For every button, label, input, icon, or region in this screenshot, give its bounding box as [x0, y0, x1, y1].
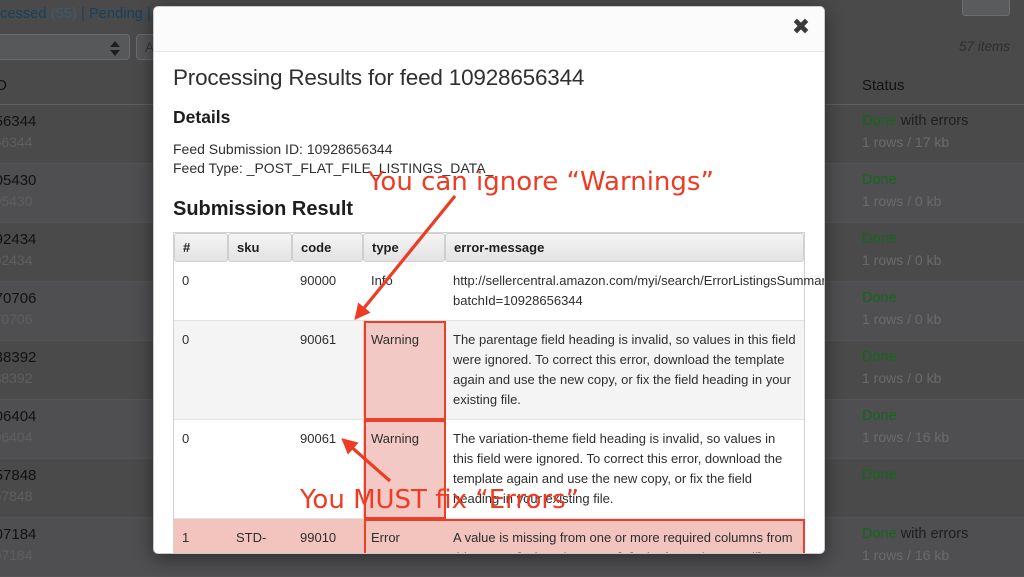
- status-value: Done: [862, 113, 897, 129]
- rows-size-label: 1 rows / 16 kb: [862, 547, 950, 563]
- table-head: # sku code type error-message: [174, 233, 804, 262]
- table-row[interactable]: 0 90061 Warning The variation-theme field h…: [174, 419, 804, 518]
- feed-id-secondary: 7557848: [0, 488, 33, 504]
- status-value: Done: [862, 467, 897, 483]
- status-badge: Done: [862, 290, 897, 306]
- feed-id-secondary: 5592434: [0, 252, 33, 268]
- status-value: Done: [862, 349, 897, 365]
- rows-size-label: 1 rows / 0 kb: [862, 193, 942, 209]
- column-header-id[interactable]: ID: [0, 68, 7, 104]
- tab-separator-2: |: [147, 6, 151, 22]
- header-code[interactable]: code: [292, 233, 363, 262]
- status-value: Done: [862, 231, 897, 247]
- cell-error-message: The parentage field heading is invalid, …: [445, 320, 804, 419]
- cell-sku: [228, 262, 292, 320]
- feed-id-secondary: 3656344: [0, 134, 33, 150]
- feed-id[interactable]: 0705430: [0, 172, 36, 189]
- status-suffix: with errors: [896, 526, 969, 542]
- cell-sku: [228, 320, 292, 419]
- tab-pending[interactable]: Pending: [89, 6, 143, 22]
- feed-id-secondary: 5006404: [0, 429, 33, 445]
- table-header-row: # sku code type error-message: [174, 233, 804, 262]
- status-value: Done: [862, 526, 897, 542]
- cell-type: Warning: [363, 320, 445, 419]
- cell-code: 99010: [292, 518, 363, 553]
- rows-size-label: 1 rows / 0 kb: [862, 370, 942, 386]
- modal-body: Processing Results for feed 10928656344 …: [154, 51, 824, 553]
- chevron-down-icon: [110, 49, 120, 56]
- table-body: 0 90000 Info http://sellercentral.amazon.co…: [174, 262, 824, 553]
- status-value: Done: [862, 172, 897, 188]
- rows-size-label: 1 rows / 17 kb: [862, 134, 950, 150]
- column-header-status[interactable]: Status: [862, 68, 905, 104]
- rows-size-label: 1 rows / 0 kb: [862, 311, 942, 327]
- rows-size-label: 1 rows / 16 kb: [862, 429, 950, 445]
- status-badge: Done with errors: [862, 526, 968, 542]
- feed-id[interactable]: 7557848: [0, 467, 36, 484]
- submission-result-table: # sku code type error-message 0 90000 Info…: [173, 232, 824, 553]
- cell-type: Info: [363, 262, 445, 320]
- cell-number: 0: [174, 419, 228, 518]
- cell-number: 0: [174, 320, 228, 419]
- feed-id-secondary: 7607184: [0, 547, 33, 563]
- status-badge: Done: [862, 231, 897, 247]
- status-suffix: with errors: [896, 113, 969, 129]
- status-badge: Done: [862, 467, 897, 483]
- status-value: Done: [862, 408, 897, 424]
- chevron-up-icon: [110, 40, 120, 47]
- feed-type-select[interactable]: ns: [0, 34, 130, 60]
- cell-sku: [228, 419, 292, 518]
- header-error-message[interactable]: error-message: [445, 233, 804, 262]
- status-badge: Done: [862, 408, 897, 424]
- item-count-label: 57 items: [958, 39, 1010, 54]
- feed-id[interactable]: 6656344: [0, 113, 36, 130]
- feed-id[interactable]: 1238392: [0, 349, 36, 366]
- status-badge: Done with errors: [862, 113, 968, 129]
- feed-id[interactable]: 5592434: [0, 231, 36, 248]
- header-type[interactable]: type: [363, 233, 445, 262]
- page-title: Processing Results for feed 10928656344: [173, 65, 585, 90]
- modal-header: ✖: [154, 7, 824, 52]
- cell-code: 90000: [292, 262, 363, 320]
- stepper-icon[interactable]: [107, 38, 123, 58]
- feed-id-secondary: 0705430: [0, 193, 33, 209]
- feed-type: Feed Type: _POST_FLAT_FILE_LISTINGS_DATA…: [173, 160, 494, 176]
- cell-error-message: http://sellercentral.amazon.com/myi/sear…: [445, 262, 824, 320]
- tab-separator-1: |: [81, 6, 85, 22]
- feed-id-secondary: 5470706: [0, 311, 33, 327]
- tab-processed[interactable]: cessed: [0, 6, 47, 22]
- header-sku[interactable]: sku: [228, 233, 292, 262]
- cell-number: 0: [174, 262, 228, 320]
- feed-id-secondary: 1238392: [0, 370, 33, 386]
- details-heading: Details: [173, 107, 231, 127]
- processing-results-modal: ✖ Processing Results for feed 1092865634…: [153, 6, 825, 554]
- feed-submission-id: Feed Submission ID: 10928656344: [173, 141, 393, 157]
- top-right-control[interactable]: [962, 0, 1010, 16]
- cell-error-message: A value is missing from one or more requ…: [445, 518, 804, 553]
- cell-error-message: The variation-theme field heading is inv…: [445, 419, 804, 518]
- table-row[interactable]: 1STD-148199010ErrorA value is missing fr…: [174, 518, 804, 553]
- table-row[interactable]: 0 90000 Info http://sellercentral.amazon.co…: [174, 262, 824, 320]
- status-badge: Done: [862, 349, 897, 365]
- status-value: Done: [862, 290, 897, 306]
- cell-code: 90061: [292, 320, 363, 419]
- cell-type: Warning: [363, 419, 445, 518]
- close-icon[interactable]: ✖: [787, 14, 815, 42]
- tab-processed-count: (55): [50, 6, 77, 22]
- rows-size-label: 1 rows / 0 kb: [862, 252, 942, 268]
- cell-sku: STD-1481: [228, 518, 292, 553]
- feed-id[interactable]: 7607184: [0, 526, 36, 543]
- header-number[interactable]: #: [174, 233, 228, 262]
- submission-result-heading: Submission Result: [173, 198, 354, 220]
- cell-type: Error: [363, 518, 445, 553]
- feed-id[interactable]: 5006404: [0, 408, 36, 425]
- cell-number: 1: [174, 518, 228, 553]
- feed-id[interactable]: 5470706: [0, 290, 36, 307]
- status-badge: Done: [862, 172, 897, 188]
- cell-code: 90061: [292, 419, 363, 518]
- table-row[interactable]: 0 90061 Warning The parentage field heading…: [174, 320, 804, 419]
